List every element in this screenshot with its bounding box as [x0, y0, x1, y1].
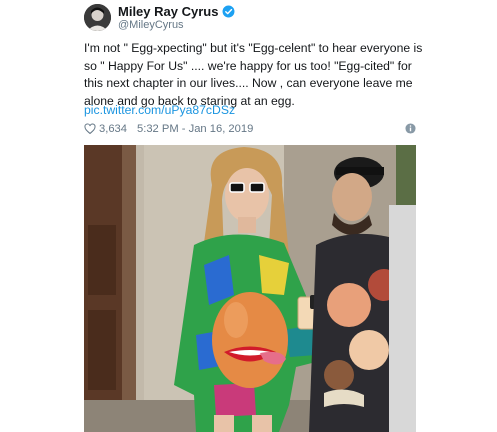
- avatar[interactable]: [84, 4, 111, 31]
- tweet-text-line: this next chapter in our lives.... Now ,…: [84, 76, 413, 90]
- media-link[interactable]: pic.twitter.com/uPya87cDSz: [84, 103, 235, 117]
- like-count[interactable]: 3,634: [99, 123, 127, 135]
- display-name-row[interactable]: Miley Ray Cyrus: [118, 4, 235, 19]
- tweet-card: Miley Ray Cyrus @MileyCyrus I'm not " Eg…: [0, 0, 497, 432]
- timestamp[interactable]: 5:32 PM - Jan 16, 2019: [137, 123, 253, 135]
- tweet-text: I'm not " Egg-xpecting" but it's "Egg-ce…: [84, 40, 424, 110]
- tweet-photo[interactable]: [84, 145, 416, 432]
- tweet-text-line: so " Happy For Us" .... we're happy for …: [84, 58, 412, 73]
- tweet-meta-row: 3,634 5:32 PM - Jan 16, 2019: [84, 122, 253, 136]
- profile-avatar-image: [84, 4, 111, 31]
- street-photo-image: [84, 145, 416, 432]
- display-name[interactable]: Miley Ray Cyrus: [118, 4, 218, 19]
- verified-badge-icon: [222, 5, 235, 18]
- info-icon[interactable]: [405, 123, 416, 134]
- heart-icon[interactable]: [84, 123, 96, 135]
- user-handle[interactable]: @MileyCyrus: [118, 19, 184, 31]
- tweet-text-line: I'm not " Egg-xpecting" but it's "Egg-ce…: [84, 41, 423, 55]
